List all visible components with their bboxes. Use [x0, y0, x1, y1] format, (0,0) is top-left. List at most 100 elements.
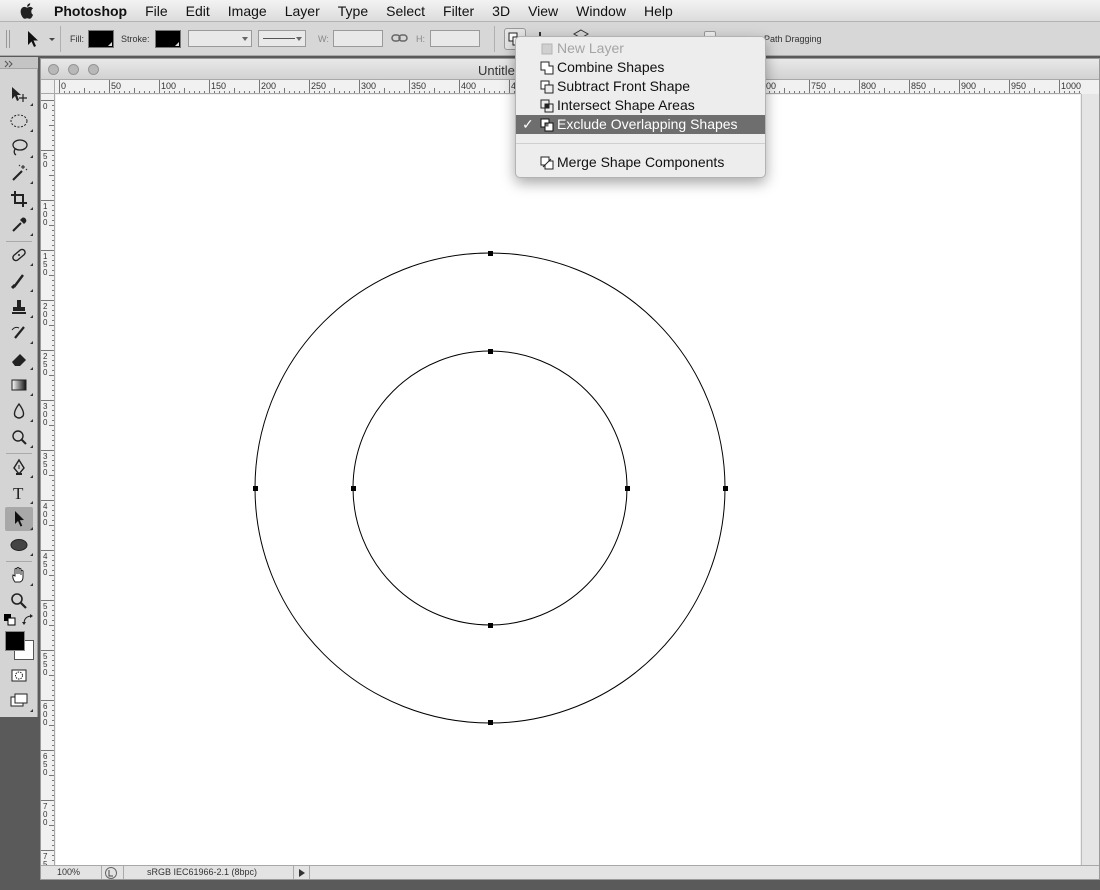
zoom-window-button[interactable] — [88, 64, 99, 75]
ellipse-shape-icon — [10, 539, 28, 551]
ruler-label: 0 — [43, 818, 48, 827]
ruler-label: 0 — [43, 718, 48, 727]
marquee-tool[interactable] — [5, 109, 33, 133]
swap-colors-icon[interactable] — [22, 613, 34, 625]
menu-filter[interactable]: Filter — [434, 0, 483, 22]
ruler-label: 0 — [43, 518, 48, 527]
exclude-overlapping-shapes-icon — [540, 118, 554, 132]
stroke-width-field[interactable] — [188, 30, 252, 47]
menu-window[interactable]: Window — [567, 0, 635, 22]
eraser-tool[interactable] — [5, 347, 33, 371]
zoom-icon — [11, 593, 27, 609]
move-tool[interactable] — [5, 83, 33, 107]
path-selection-icon — [15, 511, 24, 527]
ruler-label: 300 — [361, 81, 376, 91]
stroke-type-dropdown[interactable] — [258, 30, 306, 47]
menu-item-exclude-overlapping-shapes[interactable]: ✓ Exclude Overlapping Shapes — [516, 115, 765, 134]
menu-item-combine-shapes[interactable]: Combine Shapes — [516, 58, 765, 77]
healing-brush-tool[interactable] — [5, 243, 33, 267]
canvas[interactable] — [56, 95, 1080, 865]
width-field[interactable] — [333, 30, 383, 47]
ruler-label: 0 — [43, 268, 48, 277]
menu-view[interactable]: View — [519, 0, 567, 22]
new-layer-icon — [541, 43, 553, 55]
anchor-point[interactable] — [253, 486, 258, 491]
zoom-tool[interactable] — [5, 589, 33, 613]
stroke-label: Stroke: — [121, 34, 150, 44]
height-field[interactable] — [430, 30, 480, 47]
dodge-tool[interactable] — [5, 425, 33, 449]
eyedropper-tool[interactable] — [5, 213, 33, 237]
menu-help[interactable]: Help — [635, 0, 682, 22]
status-menu-arrow-icon[interactable] — [297, 868, 307, 878]
anchor-point[interactable] — [625, 486, 630, 491]
foreground-color-swatch[interactable] — [5, 631, 25, 651]
lasso-tool[interactable] — [5, 135, 33, 159]
menu-bar: Photoshop File Edit Image Layer Type Sel… — [0, 0, 1100, 22]
menu-3d[interactable]: 3D — [483, 0, 519, 22]
ruler-label: 100 — [161, 81, 176, 91]
magic-wand-tool[interactable] — [5, 161, 33, 185]
options-divider — [60, 26, 61, 52]
tools-panel-header[interactable] — [0, 57, 38, 69]
menu-file[interactable]: File — [136, 0, 177, 22]
outer-ellipse-path[interactable] — [254, 252, 726, 724]
anchor-point[interactable] — [488, 349, 493, 354]
brush-tool[interactable] — [5, 269, 33, 293]
type-tool[interactable]: T — [5, 481, 33, 505]
quick-mask-button[interactable] — [5, 664, 33, 688]
gradient-tool[interactable] — [5, 373, 33, 397]
pen-tool[interactable] — [5, 455, 33, 479]
vertical-scrollbar[interactable] — [1081, 94, 1099, 865]
fill-swatch[interactable] — [88, 30, 114, 48]
ruler-label: 0 — [43, 568, 48, 577]
ruler-label: 0 — [43, 318, 48, 327]
zoom-level[interactable]: 100% — [57, 867, 80, 877]
vertical-ruler[interactable]: 0501001502002503003504004505005506006507… — [41, 94, 55, 865]
menu-image[interactable]: Image — [219, 0, 276, 22]
menu-type[interactable]: Type — [329, 0, 377, 22]
share-icon[interactable] — [105, 867, 117, 879]
menu-item-intersect-shape-areas[interactable]: Intersect Shape Areas — [516, 96, 765, 115]
blur-tool[interactable] — [5, 399, 33, 423]
anchor-point[interactable] — [723, 486, 728, 491]
brush-icon — [10, 274, 24, 290]
ruler-label: 0 — [43, 418, 48, 427]
ruler-label: 0 — [43, 468, 48, 477]
ruler-label: 150 — [211, 81, 226, 91]
ruler-label: 0 — [43, 218, 48, 227]
crop-tool[interactable] — [5, 187, 33, 211]
history-brush-tool[interactable] — [5, 321, 33, 345]
status-divider — [123, 866, 124, 879]
tool-preset-picker[interactable] — [22, 28, 58, 50]
anchor-point[interactable] — [488, 251, 493, 256]
minimize-window-button[interactable] — [68, 64, 79, 75]
path-selection-tool[interactable] — [5, 507, 33, 531]
anchor-point[interactable] — [351, 486, 356, 491]
quick-mask-icon — [11, 669, 27, 682]
ruler-label: 50 — [111, 81, 121, 91]
menu-item-merge-shape-components[interactable]: Merge Shape Components — [516, 153, 765, 172]
menu-select[interactable]: Select — [377, 0, 434, 22]
ruler-label: 250 — [311, 81, 326, 91]
menu-item-subtract-front-shape[interactable]: Subtract Front Shape — [516, 77, 765, 96]
inner-ellipse-path[interactable] — [352, 350, 628, 626]
ellipse-tool[interactable] — [5, 533, 33, 557]
ruler-origin[interactable] — [41, 80, 55, 94]
default-colors-icon[interactable] — [4, 613, 16, 626]
link-dimensions-icon[interactable] — [391, 31, 409, 45]
menu-layer[interactable]: Layer — [276, 0, 329, 22]
screen-mode-button[interactable] — [5, 689, 33, 713]
move-tool-icon — [12, 87, 27, 102]
apple-menu-icon[interactable] — [16, 0, 38, 22]
anchor-point[interactable] — [488, 623, 493, 628]
anchor-point[interactable] — [488, 720, 493, 725]
stroke-swatch[interactable] — [155, 30, 181, 48]
close-window-button[interactable] — [48, 64, 59, 75]
menu-app-photoshop[interactable]: Photoshop — [46, 0, 136, 22]
clone-stamp-tool[interactable] — [5, 295, 33, 319]
menu-edit[interactable]: Edit — [177, 0, 219, 22]
hand-tool[interactable] — [5, 563, 33, 587]
svg-text:T: T — [13, 484, 24, 503]
tools-panel: T — [0, 57, 38, 717]
